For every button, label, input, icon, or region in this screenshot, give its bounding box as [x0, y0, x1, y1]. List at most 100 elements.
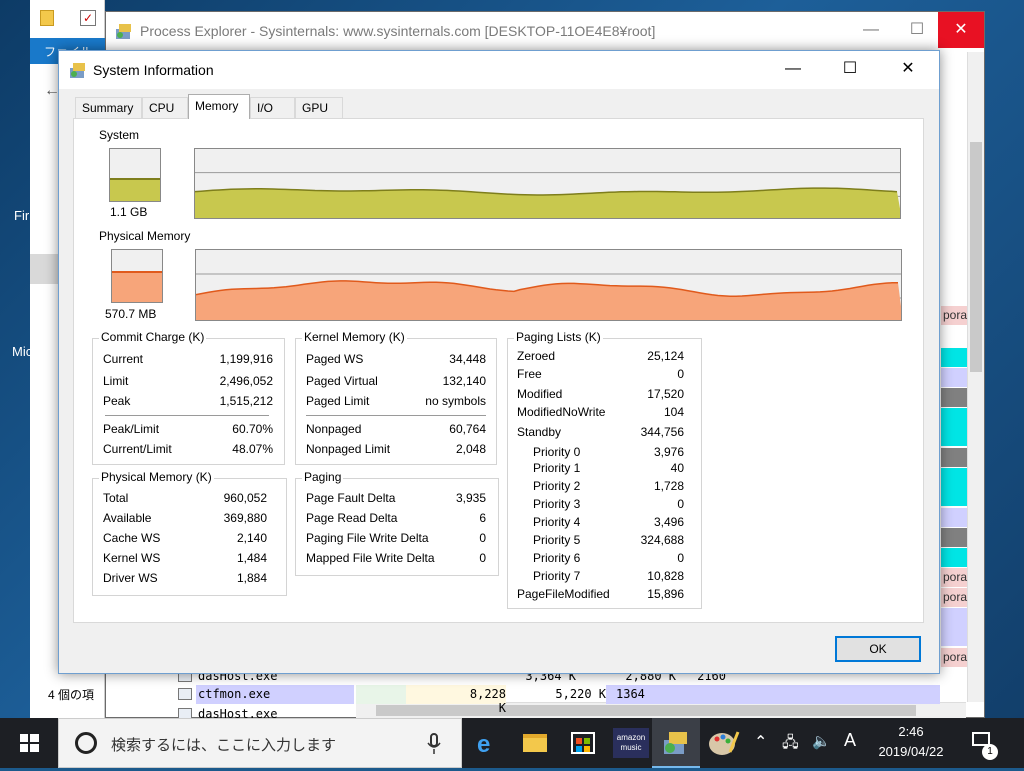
notification-icon[interactable]: 1	[968, 728, 998, 760]
stat-row: Standby 344,756	[517, 425, 684, 439]
row-highlight: pora	[941, 568, 967, 587]
stat-row: Page Read Delta 6	[306, 511, 486, 525]
vertical-scrollbar[interactable]	[967, 52, 984, 702]
stat-row: Page Fault Delta 3,935	[306, 491, 486, 505]
stat-row: Paged Limit no symbols	[306, 394, 486, 408]
stat-row: Cache WS 2,140	[103, 531, 267, 545]
process-explorer-taskbar-icon[interactable]	[652, 718, 700, 768]
microphone-icon[interactable]	[427, 733, 441, 755]
file-explorer-icon[interactable]	[511, 718, 559, 768]
divider	[306, 415, 486, 416]
stat-row: Free 0	[517, 367, 684, 381]
row-highlight	[941, 508, 967, 527]
group-title: Kernel Memory (K)	[302, 330, 407, 344]
row-highlight: pora	[941, 588, 967, 607]
search-box[interactable]: 検索するには、ここに入力します	[58, 718, 462, 768]
stat-row: Priority 4 3,496	[533, 515, 684, 529]
stat-row: Zeroed 25,124	[517, 349, 684, 363]
minimize-button[interactable]: —	[848, 12, 894, 48]
maximize-button[interactable]: ☐	[894, 12, 940, 48]
physical-memory-group: Physical Memory (K) Total 960,052 Availab…	[92, 470, 287, 596]
taskbar: 検索するには、ここに入力します e amazon music ⌃ 🖧 🔈 A 2:…	[0, 718, 1024, 768]
amazon-music-icon[interactable]: amazon music	[607, 718, 655, 768]
system-tray: ⌃ 🖧 🔈 A	[752, 718, 862, 768]
row-highlight	[941, 368, 967, 387]
process-row[interactable]: ctfmon.exe 8,228 K 5,220 K 1364	[176, 685, 940, 715]
physical-memory-gauge	[111, 249, 163, 303]
stat-row: Available 369,880	[103, 511, 267, 525]
row-highlight	[941, 468, 967, 506]
stat-row: ModifiedNoWrite 104	[517, 405, 684, 419]
clock-time: 2:46	[898, 724, 924, 739]
tab-summary[interactable]: Summary	[75, 97, 142, 119]
title-bar[interactable]: Process Explorer - Sysinternals: www.sys…	[106, 12, 984, 50]
ok-button[interactable]: OK	[835, 636, 921, 662]
stat-row: PageFileModified 15,896	[517, 587, 684, 601]
stat-row: Peak/Limit 60.70%	[103, 422, 273, 436]
tab-cpu[interactable]: CPU	[142, 97, 188, 119]
ime-indicator[interactable]: A	[844, 730, 856, 751]
stat-row: Priority 60	[533, 551, 684, 565]
group-title: Paging	[302, 470, 344, 484]
search-placeholder: 検索するには、ここに入力します	[111, 737, 337, 754]
stat-row: Paging File Write Delta 0	[306, 531, 486, 545]
group-title: Paging Lists (K)	[514, 330, 603, 344]
stat-row: Current/Limit 48.07%	[103, 442, 273, 456]
graph-area	[196, 280, 901, 320]
stat-row: Peak 1,515,212	[103, 394, 273, 408]
stat-row: Kernel WS 1,484	[103, 551, 267, 565]
stat-row: Total 960,052	[103, 491, 267, 505]
stat-row: Priority 0 3,976	[533, 445, 684, 459]
close-button[interactable]: ✕	[885, 51, 931, 87]
row-highlight: pora	[941, 648, 967, 667]
clock[interactable]: 2:46 2019/04/22	[866, 722, 956, 762]
horizontal-scrollbar[interactable]	[356, 702, 966, 718]
windows-logo-icon	[20, 734, 39, 752]
row-highlight	[941, 528, 967, 547]
divider	[105, 415, 269, 416]
row-highlight	[941, 348, 967, 367]
tab-gpu[interactable]: GPU	[295, 97, 343, 119]
group-title: Commit Charge (K)	[99, 330, 207, 344]
group-title: Physical Memory (K)	[99, 470, 214, 484]
maximize-button[interactable]: ☐	[827, 51, 873, 87]
row-highlight	[941, 608, 967, 646]
stat-row: Limit 2,496,052	[103, 374, 273, 388]
system-history-graph	[194, 148, 901, 219]
paint-icon[interactable]	[700, 718, 748, 768]
close-button[interactable]: ✕	[938, 12, 984, 48]
network-icon[interactable]: 🖧	[782, 732, 799, 757]
checkbox-icon: ✓	[80, 10, 96, 26]
dialog-title: System Information	[93, 62, 214, 78]
memory-tab-page: System 1.1 GB Physical Memory 570.7 MB C…	[73, 118, 924, 623]
physical-memory-value: 570.7 MB	[105, 307, 157, 321]
start-button[interactable]	[0, 718, 58, 768]
paging-group: Paging Page Fault Delta 3,935 Page Read D…	[295, 470, 499, 576]
desktop-label: Fir	[14, 208, 30, 223]
stat-row: Driver WS 1,884	[103, 571, 267, 585]
folder-icon	[40, 10, 54, 26]
window-title: Process Explorer - Sysinternals: www.sys…	[140, 23, 656, 39]
row-highlight	[941, 448, 967, 467]
paging-lists-group: Paging Lists (K) Zeroed 25,124 Free 0 Modi…	[507, 330, 702, 609]
edge-icon[interactable]: e	[463, 718, 511, 768]
stat-row: Priority 5 324,688	[533, 533, 684, 547]
minimize-button[interactable]: —	[770, 51, 816, 87]
graph-area	[195, 188, 900, 218]
kernel-memory-group: Kernel Memory (K) Paged WS 34,448 Paged V…	[295, 330, 497, 465]
stat-row: Current 1,199,916	[103, 352, 273, 366]
physical-memory-history-graph	[195, 249, 902, 321]
volume-icon[interactable]: 🔈	[812, 732, 831, 750]
stat-row: Mapped File Write Delta 0	[306, 551, 486, 565]
tab-memory[interactable]: Memory	[188, 94, 250, 119]
row-highlight	[941, 408, 967, 446]
process-explorer-icon	[116, 24, 131, 39]
clock-date: 2019/04/22	[878, 744, 944, 759]
chevron-up-icon[interactable]: ⌃	[754, 732, 767, 752]
status-item-count: 4 個の項	[48, 688, 95, 702]
tab-io[interactable]: I/O	[250, 97, 295, 119]
dialog-title-bar[interactable]: System Information — ☐ ✕	[59, 51, 939, 89]
stat-row: Priority 30	[533, 497, 684, 511]
physical-memory-label: Physical Memory	[99, 229, 191, 243]
store-icon[interactable]	[559, 718, 607, 768]
